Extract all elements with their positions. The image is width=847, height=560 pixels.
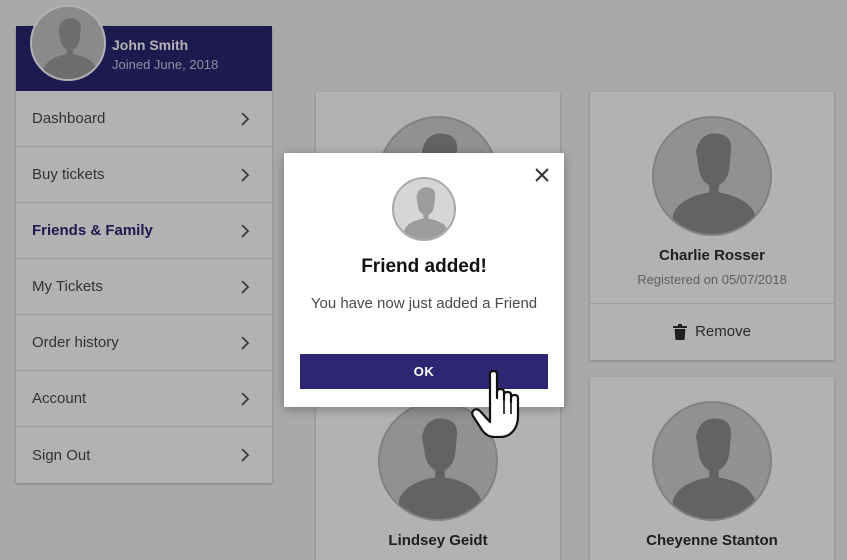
close-icon[interactable] xyxy=(532,165,552,185)
hand-pointer-icon xyxy=(471,370,520,438)
friend-added-dialog: Friend added! You have now just added a … xyxy=(284,153,564,407)
dialog-title: Friend added! xyxy=(361,256,487,277)
person-silhouette-icon xyxy=(403,187,449,239)
avatar xyxy=(392,177,456,241)
dialog-message: You have now just added a Friend xyxy=(310,295,538,312)
